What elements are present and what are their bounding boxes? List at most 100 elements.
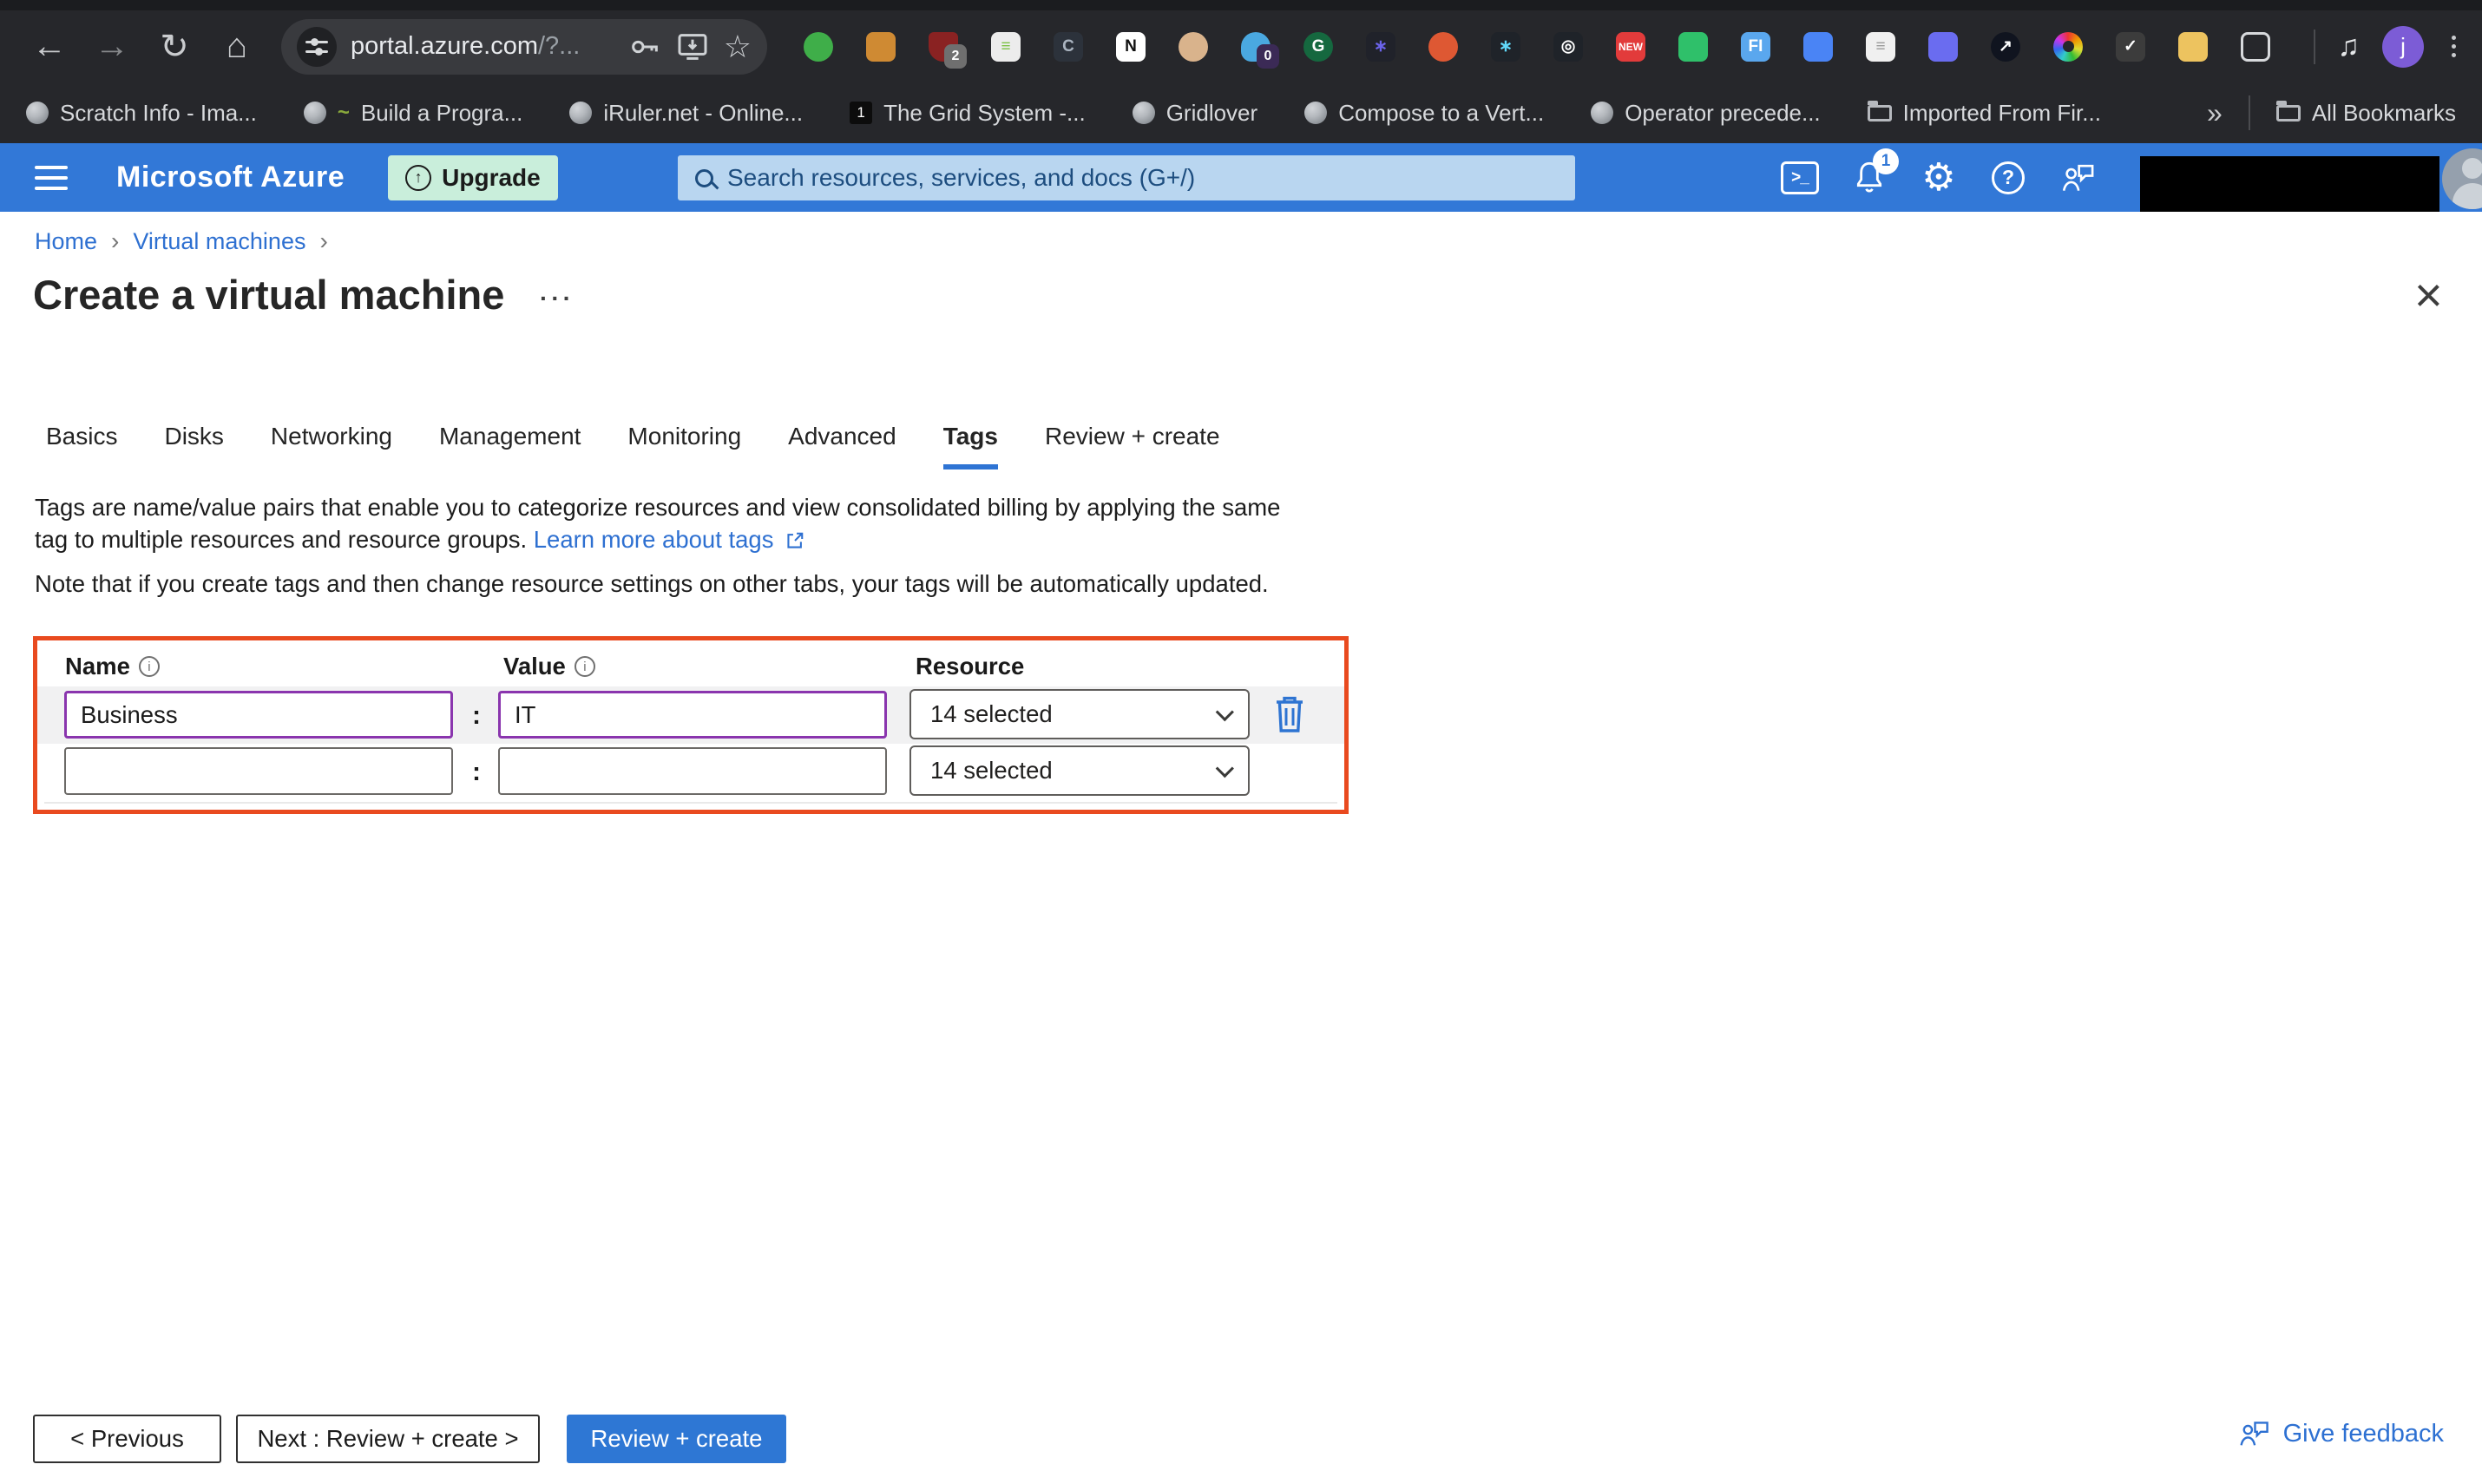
- feedback-button[interactable]: [2058, 161, 2097, 195]
- colon-separator: :: [472, 701, 481, 730]
- settings-button[interactable]: ⚙: [1920, 155, 1958, 200]
- url-text: portal.azure.com/?...: [351, 32, 581, 60]
- notion-extension-icon[interactable]: N: [1116, 31, 1146, 62]
- browser-menu-button[interactable]: [2446, 36, 2461, 57]
- bookmark-item[interactable]: ~ Build a Progra...: [303, 99, 523, 127]
- tag-value-input-1[interactable]: [498, 747, 887, 795]
- bookmark-item[interactable]: Imported From Fir...: [1867, 100, 2101, 127]
- site-info-button[interactable]: [297, 26, 337, 67]
- tag-name-input-1[interactable]: [64, 747, 453, 795]
- all-bookmarks-button[interactable]: All Bookmarks: [2275, 100, 2456, 127]
- info-icon[interactable]: i: [574, 656, 595, 677]
- bookmark-star-icon[interactable]: ☆: [724, 29, 752, 65]
- extensions-row: 2 ≡ C N 0 G ∗ ∗ ◎ NEW FI ≡ ↗ ✓: [804, 31, 2270, 69]
- help-button[interactable]: ?: [1989, 161, 2027, 194]
- phone-extension-icon[interactable]: [1803, 31, 1833, 62]
- tab-disks[interactable]: Disks: [164, 423, 223, 469]
- previous-button[interactable]: < Previous: [33, 1415, 221, 1463]
- toolbar-divider: [2313, 29, 2315, 64]
- global-search[interactable]: [678, 155, 1575, 200]
- yellow-folder-extension-icon[interactable]: [2178, 31, 2208, 62]
- cloud-shell-button[interactable]: >_: [1781, 161, 1819, 194]
- row-divider: [44, 802, 1337, 804]
- fonts-ninja-extension-icon[interactable]: FI: [1741, 31, 1770, 62]
- ublock-extension-icon[interactable]: 2: [929, 31, 967, 69]
- document-extension-icon[interactable]: ≡: [1866, 31, 1895, 62]
- react-extension-icon[interactable]: ∗: [1491, 31, 1520, 62]
- learn-more-link[interactable]: Learn more about tags: [534, 526, 774, 553]
- back-button[interactable]: ←: [30, 27, 69, 66]
- bookmark-item[interactable]: Scratch Info - Ima...: [26, 100, 257, 127]
- next-button[interactable]: Next : Review + create >: [236, 1415, 540, 1463]
- delete-tag-button[interactable]: [1272, 693, 1307, 736]
- colorzilla-extension-icon[interactable]: [2053, 31, 2083, 62]
- ublock-badge: 2: [944, 43, 967, 69]
- notifications-button[interactable]: 1: [1850, 148, 1899, 197]
- ghostery-extension-icon[interactable]: 0: [1241, 31, 1279, 69]
- resource-select-1-label: 14 selected: [930, 757, 1053, 784]
- globe-favicon: [569, 102, 593, 124]
- upgrade-button[interactable]: ↑ Upgrade: [388, 154, 558, 200]
- tag-name-input-0[interactable]: [64, 691, 453, 739]
- duckduckgo-extension-icon[interactable]: [1428, 31, 1458, 62]
- notes-list-extension-icon[interactable]: ≡: [991, 31, 1021, 62]
- search-input[interactable]: [727, 164, 1508, 192]
- portal-menu-hamburger-icon[interactable]: [35, 165, 68, 190]
- clockify-extension-icon[interactable]: C: [1054, 31, 1083, 62]
- resource-select-0-label: 14 selected: [930, 700, 1053, 727]
- tab-networking[interactable]: Networking: [271, 423, 392, 469]
- bookmark-item[interactable]: 1 The Grid System -...: [850, 100, 1086, 127]
- playlist-icon[interactable]: ♫: [2338, 30, 2361, 63]
- tags-description: Tags are name/value pairs that enable yo…: [35, 491, 1319, 555]
- bookmark-item[interactable]: Compose to a Vert...: [1304, 100, 1544, 127]
- tab-advanced[interactable]: Advanced: [788, 423, 896, 469]
- upgrade-label: Upgrade: [442, 163, 541, 191]
- extensions-puzzle-extension-icon[interactable]: [2241, 31, 2270, 62]
- review-create-button[interactable]: Review + create: [567, 1415, 786, 1463]
- todo-check-extension-icon[interactable]: ✓: [2116, 31, 2145, 62]
- bookmark-item[interactable]: iRuler.net - Online...: [569, 100, 803, 127]
- dark-arrow-extension-icon[interactable]: ↗: [1991, 31, 2020, 62]
- info-icon[interactable]: i: [138, 656, 160, 677]
- breadcrumb-virtual-machines-link[interactable]: Virtual machines: [133, 228, 305, 255]
- address-bar[interactable]: portal.azure.com/?... ☆: [281, 18, 767, 75]
- reload-button[interactable]: ↻: [154, 27, 194, 67]
- target-rings-extension-icon[interactable]: ◎: [1553, 31, 1583, 62]
- resource-select-1[interactable]: 14 selected: [909, 745, 1250, 796]
- bookmark-item[interactable]: Gridlover: [1132, 100, 1257, 127]
- bookmark-label: Build a Progra...: [360, 99, 523, 126]
- account-avatar[interactable]: [2442, 148, 2482, 209]
- install-app-icon[interactable]: [675, 30, 710, 64]
- resource-select-0[interactable]: 14 selected: [909, 689, 1250, 739]
- browser-profile-avatar[interactable]: j: [2382, 25, 2424, 68]
- tab-management[interactable]: Management: [439, 423, 581, 469]
- notification-badge: 1: [1873, 148, 1899, 174]
- bookmark-item[interactable]: Operator precede...: [1591, 100, 1821, 127]
- tab-review-create[interactable]: Review + create: [1045, 423, 1220, 469]
- redacted-account-name: [2140, 156, 2439, 212]
- password-key-icon[interactable]: [627, 30, 661, 64]
- asterisk-extension-icon[interactable]: ∗: [1366, 31, 1395, 62]
- browser-toolbar: ← → ↻ ⌂ portal.azure.com/?... ☆ 2 ≡ C N 0 G ∗ ∗…: [0, 10, 2482, 82]
- tab-monitoring[interactable]: Monitoring: [627, 423, 741, 469]
- tag-value-input-0[interactable]: [498, 691, 887, 739]
- grid-extension-icon[interactable]: [1928, 31, 1958, 62]
- new-badge-extension-icon[interactable]: NEW: [1616, 31, 1645, 62]
- close-button[interactable]: ×: [2414, 271, 2443, 319]
- tab-tags[interactable]: Tags: [942, 423, 998, 469]
- breadcrumb-home-link[interactable]: Home: [35, 228, 97, 255]
- green-figure-extension-icon[interactable]: [1678, 31, 1708, 62]
- title-more-button[interactable]: ···: [540, 285, 575, 312]
- ocaml-book-extension-icon[interactable]: [866, 31, 896, 62]
- persona-face-extension-icon[interactable]: [1179, 31, 1208, 62]
- globe-favicon: [26, 102, 49, 124]
- tab-basics[interactable]: Basics: [46, 423, 117, 469]
- bookmarks-overflow-chevron[interactable]: »: [2207, 97, 2223, 129]
- evernote-extension-icon[interactable]: [804, 31, 833, 62]
- home-button[interactable]: ⌂: [217, 27, 257, 66]
- upgrade-arrow-icon: ↑: [405, 164, 432, 191]
- grammarly-extension-icon[interactable]: G: [1303, 31, 1333, 62]
- give-feedback-link[interactable]: Give feedback: [2236, 1418, 2444, 1449]
- azure-brand[interactable]: Microsoft Azure: [116, 161, 345, 194]
- forward-button[interactable]: →: [92, 27, 132, 66]
